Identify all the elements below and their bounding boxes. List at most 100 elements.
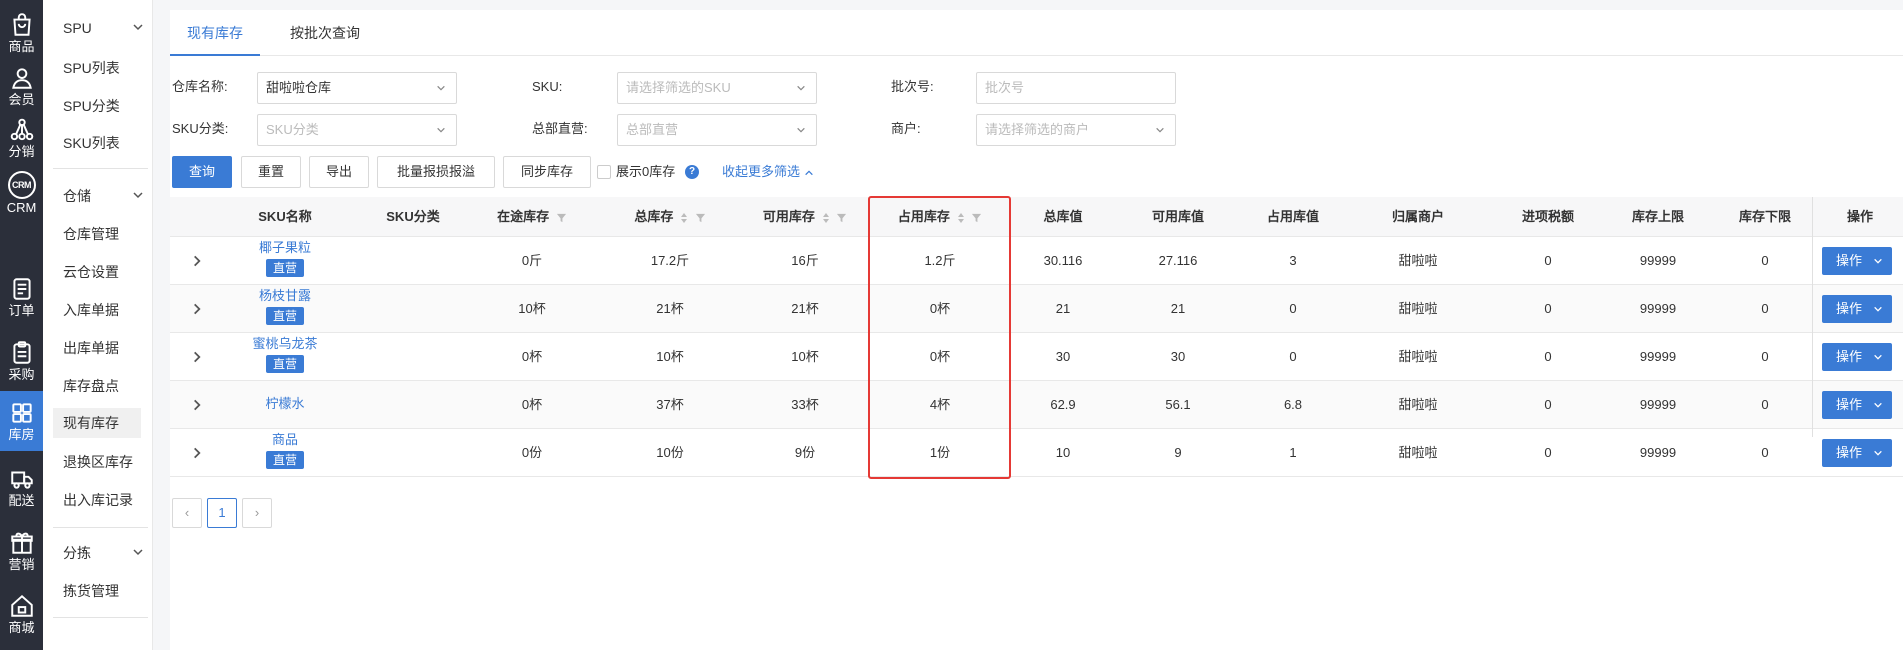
batch-damage-button[interactable]: 批量报损报溢 [377, 156, 495, 188]
nav-item-mall[interactable]: 商城 [0, 584, 43, 644]
chevron-down-icon [132, 20, 144, 36]
help-icon[interactable]: ? [685, 165, 699, 179]
filter-icon[interactable] [836, 212, 847, 223]
document-icon [9, 276, 35, 302]
tab-current-stock[interactable]: 现有库存 [170, 10, 260, 56]
batch-input[interactable]: 批次号 [976, 72, 1176, 104]
prev-page-button[interactable]: ‹ [172, 498, 202, 528]
sku-name-link[interactable]: 柠檬水 [230, 395, 340, 413]
sku-cell: 商品 直营 [230, 431, 340, 475]
total-stock-cell: 37杯 [656, 397, 684, 412]
row-actions-button[interactable]: 操作 [1822, 391, 1892, 419]
col-sku-category: SKU分类 [386, 209, 440, 224]
hq-select[interactable]: 总部直营 [617, 114, 817, 146]
col-stock-upper: 库存上限 [1631, 209, 1684, 224]
nav-item-distribution[interactable]: 分销 [0, 108, 43, 168]
menu-group-warehouse[interactable]: 仓储 [53, 181, 148, 211]
chevron-right-icon[interactable] [190, 254, 204, 268]
available-stock-cell: 9份 [794, 445, 816, 460]
row-actions-button[interactable]: 操作 [1822, 439, 1892, 467]
export-button[interactable]: 导出 [309, 156, 369, 188]
sku-category-select[interactable]: SKU分类 [257, 114, 457, 146]
sku-cell: 蜜桃乌龙茶 直营 [230, 335, 340, 379]
col-in-transit[interactable]: 在途库存 [472, 197, 592, 237]
nav-item-warehouse[interactable]: 库房 [0, 391, 43, 451]
menu-item-stock-records[interactable]: 出入库记录 [53, 485, 141, 515]
nav-item-members[interactable]: 会员 [0, 56, 43, 116]
nav-item-label: 商城 [8, 620, 35, 635]
menu-item-spu-list[interactable]: SPU列表 [53, 53, 141, 83]
hq-placeholder: 总部直营 [626, 122, 679, 137]
filter-icon[interactable] [556, 212, 567, 223]
nav-item-orders[interactable]: 订单 [0, 267, 43, 327]
menu-item-stocktake[interactable]: 库存盘点 [53, 371, 141, 401]
sku-name-link[interactable]: 杨枝甘露 [230, 287, 340, 305]
table-row: 椰子果粒 直营 0斤 17.2斤 16斤 1.2斤 30.116 27.116 … [170, 237, 1903, 285]
occupied-value-cell: 6.8 [1283, 397, 1303, 412]
chevron-right-icon[interactable] [190, 398, 204, 412]
stock-lower-cell: 0 [1761, 349, 1769, 364]
row-actions-button[interactable]: 操作 [1822, 295, 1892, 323]
direct-badge: 直营 [265, 451, 304, 469]
nav-item-purchase[interactable]: 采购 [0, 331, 43, 391]
stock-lower-cell: 0 [1761, 253, 1769, 268]
menu-item-picking[interactable]: 拣货管理 [53, 576, 141, 606]
tab-batch-query[interactable]: 按批次查询 [280, 10, 370, 56]
merchant-cell: 甜啦啦 [1398, 349, 1438, 364]
reset-button[interactable]: 重置 [241, 156, 301, 188]
menu-item-return-stock[interactable]: 退换区库存 [53, 447, 141, 477]
show-zero-label: 展示0库存 [616, 164, 676, 179]
sku-name-link[interactable]: 蜜桃乌龙茶 [230, 335, 340, 353]
next-page-button[interactable]: › [242, 498, 272, 528]
menu-item-cloud-warehouse[interactable]: 云仓设置 [53, 257, 141, 287]
direct-badge: 直营 [265, 259, 304, 277]
chevron-right-icon[interactable] [190, 446, 204, 460]
nav-item-delivery[interactable]: 配送 [0, 457, 43, 517]
col-occupied-stock[interactable]: 占用库存 [870, 197, 1010, 237]
menu-item-inbound-docs[interactable]: 入库单据 [53, 295, 141, 325]
menu-item-current-stock[interactable]: 现有库存 [53, 408, 141, 438]
warehouse-select[interactable]: 甜啦啦仓库 [257, 72, 457, 104]
sku-name-link[interactable]: 椰子果粒 [230, 239, 340, 257]
menu-item-warehouse-manage[interactable]: 仓库管理 [53, 219, 141, 249]
available-value-cell: 30 [1170, 349, 1186, 364]
available-value-cell: 21 [1170, 301, 1186, 316]
nav-item-crm[interactable]: CRM CRM [0, 163, 43, 223]
sku-name-link[interactable]: 商品 [230, 431, 340, 449]
chevron-right-icon[interactable] [190, 302, 204, 316]
menu-group-sorting[interactable]: 分拣 [53, 538, 148, 568]
filter-icon[interactable] [695, 212, 706, 223]
app-root: 商品 会员 分销 CRM CRM 订单 采购 库房 配送 营销 商城 SPU S… [0, 0, 1903, 650]
nav-item-products[interactable]: 商品 [0, 3, 43, 63]
row-actions-button[interactable]: 操作 [1822, 247, 1892, 275]
chevron-down-icon [1156, 127, 1164, 133]
sort-icon[interactable] [822, 212, 830, 224]
nav-item-label: 商品 [8, 39, 35, 54]
nav-item-marketing[interactable]: 营销 [0, 521, 43, 581]
in-transit-cell: 0斤 [521, 253, 543, 268]
chevron-right-icon[interactable] [190, 350, 204, 364]
occupied-stock-cell: 4杯 [929, 397, 951, 412]
sync-stock-button[interactable]: 同步库存 [503, 156, 591, 188]
sort-icon[interactable] [680, 212, 688, 224]
filter-icon[interactable] [971, 212, 982, 223]
collapse-filters-link[interactable]: 收起更多筛选 [722, 157, 814, 187]
row-actions-button[interactable]: 操作 [1822, 343, 1892, 371]
total-value-cell: 30 [1055, 349, 1071, 364]
menu-item-sku-list[interactable]: SKU列表 [53, 128, 141, 158]
page-button-1[interactable]: 1 [207, 498, 237, 528]
available-value-cell: 27.116 [1158, 253, 1198, 268]
col-available-stock[interactable]: 可用库存 [735, 197, 875, 237]
col-total-stock[interactable]: 总库存 [600, 197, 740, 237]
sku-category-cell [358, 381, 468, 429]
merchant-select[interactable]: 请选择筛选的商户 [976, 114, 1176, 146]
menu-item-outbound-docs[interactable]: 出库单据 [53, 333, 141, 363]
sort-icon[interactable] [957, 212, 965, 224]
sku-select[interactable]: 请选择筛选的SKU [617, 72, 817, 104]
show-zero-checkbox[interactable] [597, 165, 611, 179]
table-row: 商品 直营 0份 10份 9份 1份 10 9 1 甜啦啦 0 99999 0 … [170, 429, 1903, 477]
menu-item-spu-category[interactable]: SPU分类 [53, 91, 141, 121]
menu-group-spu[interactable]: SPU [53, 13, 148, 43]
total-stock-cell: 10杯 [656, 349, 684, 364]
query-button[interactable]: 查询 [172, 156, 232, 188]
